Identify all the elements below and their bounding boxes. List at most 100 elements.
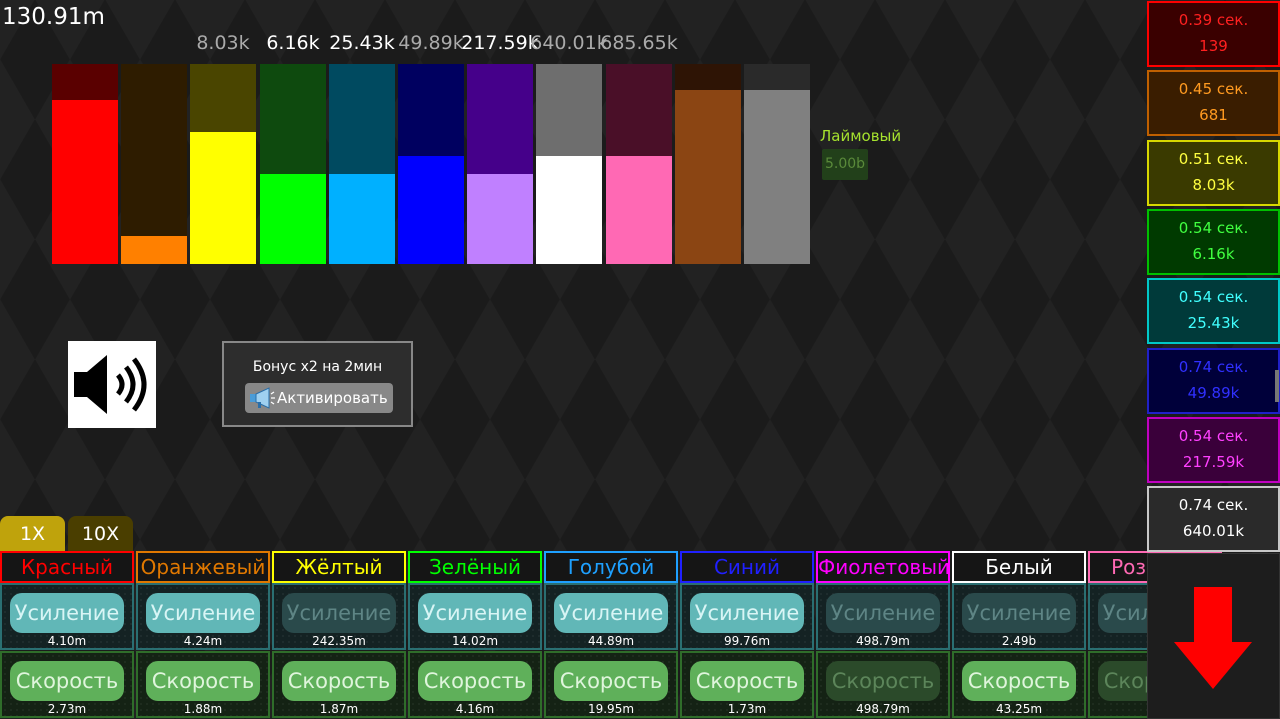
color-name: Фиолетовый	[816, 551, 950, 583]
bonus-panel: Бонус x2 на 2мин Активировать	[222, 341, 413, 427]
scrollbar-thumb[interactable]	[1275, 370, 1279, 402]
speed-button[interactable]: Скорость	[418, 661, 532, 701]
timer-interval: 0.51 сек.	[1178, 149, 1249, 168]
speed-button[interactable]: Скорость	[690, 661, 804, 701]
boost-button[interactable]: Усиление	[690, 593, 804, 633]
balance-display: 130.91m	[2, 4, 105, 30]
speed-button[interactable]: Скорость	[146, 661, 260, 701]
timer-value: 217.59k	[1182, 452, 1245, 471]
unlock-color-button[interactable]: 5.00b	[822, 149, 868, 180]
timer-interval: 0.74 сек.	[1178, 496, 1249, 515]
speed-cost: 498.79m	[856, 702, 910, 716]
bar-cyan	[329, 64, 395, 264]
color-timer: 0.54 сек. 25.43k	[1147, 278, 1280, 345]
scroll-down-button[interactable]	[1147, 553, 1280, 719]
bar-fill-pink	[606, 156, 672, 264]
boost-cost: 2.49b	[1001, 634, 1037, 648]
timer-interval: 0.54 сек.	[1178, 288, 1249, 307]
speed-cell: Скорость 2.73m	[0, 651, 134, 718]
sound-toggle-button[interactable]	[68, 341, 156, 428]
upgrade-column: Жёлтый Усиление 242.35m Скорость 1.87m	[272, 551, 406, 719]
upgrade-column: Синий Усиление 99.76m Скорость 1.73m	[680, 551, 814, 719]
timer-value: 640.01k	[1182, 522, 1245, 541]
speed-cell: Скорость 1.87m	[272, 651, 406, 718]
boost-cost: 4.24m	[183, 634, 223, 648]
boost-button[interactable]: Усиление	[826, 593, 940, 633]
bar-fill-orange	[121, 236, 187, 264]
arrow-down-icon	[1174, 587, 1252, 689]
bar-fill-brown	[675, 90, 741, 264]
multiplier-1x-tab[interactable]: 1X	[0, 516, 65, 552]
speed-cost: 1.87m	[319, 702, 359, 716]
speed-cell: Скорость 19.95m	[544, 651, 678, 718]
boost-cost: 14.02m	[451, 634, 499, 648]
speed-cost: 1.88m	[183, 702, 223, 716]
speed-cell: Скорость 498.79m	[816, 651, 950, 718]
timer-value: 49.89k	[1187, 383, 1240, 402]
speed-cell: Скорость 1.73m	[680, 651, 814, 718]
color-name: Белый	[952, 551, 1086, 583]
megaphone-icon	[249, 387, 275, 419]
boost-cell: Усиление 4.24m	[136, 583, 270, 650]
color-timer: 0.54 сек. 6.16k	[1147, 208, 1280, 275]
multiplier-10x-tab[interactable]: 10X	[68, 516, 133, 552]
timer-interval: 0.39 сек.	[1178, 11, 1249, 29]
boost-button[interactable]: Усиление	[962, 593, 1076, 633]
bar-orange	[121, 64, 187, 264]
bar-white	[536, 64, 602, 264]
timer-value: 681	[1199, 106, 1228, 125]
boost-button[interactable]: Усиление	[146, 593, 260, 633]
boost-button[interactable]: Усиление	[282, 593, 396, 633]
upgrade-column: Красный Усиление 4.10m Скорость 2.73m	[0, 551, 134, 719]
bar-pink	[606, 64, 672, 264]
speed-button[interactable]: Скорость	[282, 661, 396, 701]
color-name: Красный	[0, 551, 134, 583]
color-timer: 0.74 сек. 49.89k	[1147, 347, 1280, 414]
speed-cost: 4.16m	[455, 702, 495, 716]
activate-bonus-button[interactable]: Активировать	[245, 383, 393, 413]
speed-button[interactable]: Скорость	[826, 661, 940, 701]
timer-value: 139	[1199, 37, 1228, 55]
color-timer: 0.45 сек. 681	[1147, 70, 1280, 137]
upgrade-column: Фиолетовый Усиление 498.79m Скорость 498.79m	[816, 551, 950, 719]
upgrade-column: Зелёный Усиление 14.02m Скорость 4.16m	[408, 551, 542, 719]
bar-fill-white	[536, 156, 602, 264]
next-color-name: Лаймовый	[820, 127, 902, 145]
boost-cell: Усиление 4.10m	[0, 583, 134, 650]
boost-cost: 4.10m	[47, 634, 87, 648]
boost-cost: 99.76m	[723, 634, 771, 648]
speed-cost: 43.25m	[995, 702, 1043, 716]
activate-label: Активировать	[277, 389, 388, 407]
timer-interval: 0.45 сек.	[1178, 80, 1249, 99]
boost-cell: Усиление 242.35m	[272, 583, 406, 650]
timer-interval: 0.54 сек.	[1178, 218, 1249, 237]
color-timer: 0.54 сек. 217.59k	[1147, 416, 1280, 483]
bar-fill-cyan	[329, 174, 395, 264]
upgrade-column: Оранжевый Усиление 4.24m Скорость 1.88m	[136, 551, 270, 719]
bar-fill-green	[260, 174, 326, 264]
bar-fill-blue	[398, 156, 464, 264]
color-name: Оранжевый	[136, 551, 270, 583]
bar-gray	[744, 64, 810, 264]
boost-cell: Усиление 498.79m	[816, 583, 950, 650]
speed-cost: 1.73m	[727, 702, 767, 716]
bar-brown	[675, 64, 741, 264]
boost-button[interactable]: Усиление	[554, 593, 668, 633]
speed-button[interactable]: Скорость	[554, 661, 668, 701]
bar-fill-yellow	[190, 132, 256, 264]
bar-blue	[398, 64, 464, 264]
speed-cell: Скорость 43.25m	[952, 651, 1086, 718]
color-timer: 0.74 сек. 640.01k	[1147, 486, 1280, 553]
speed-button[interactable]: Скорость	[10, 661, 124, 701]
bar-green	[260, 64, 326, 264]
boost-button[interactable]: Усиление	[418, 593, 532, 633]
boost-cell: Усиление 99.76m	[680, 583, 814, 650]
bar-violet	[467, 64, 533, 264]
boost-cost: 44.89m	[587, 634, 635, 648]
upgrade-column: Белый Усиление 2.49b Скорость 43.25m	[952, 551, 1086, 719]
bar-fill-violet	[467, 174, 533, 264]
color-timer: 0.39 сек. 139	[1147, 1, 1280, 67]
speed-button[interactable]: Скорость	[962, 661, 1076, 701]
boost-button[interactable]: Усиление	[10, 593, 124, 633]
speed-cell: Скорость 1.88m	[136, 651, 270, 718]
